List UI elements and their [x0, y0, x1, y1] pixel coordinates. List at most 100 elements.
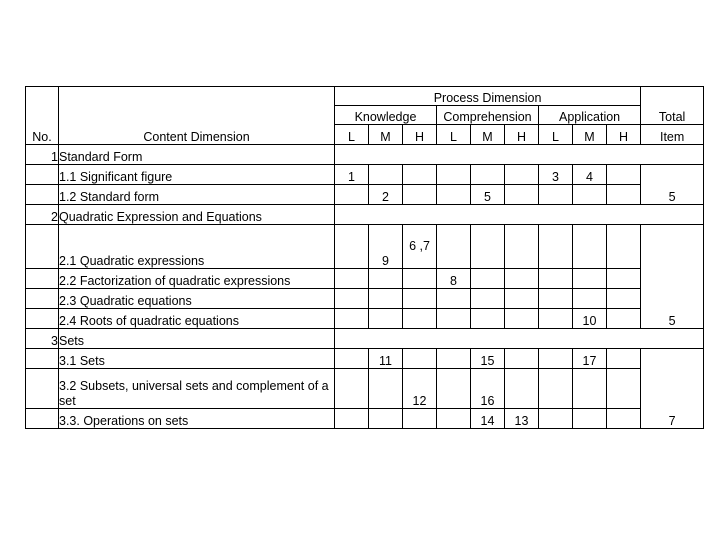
cell-comprehension-h[interactable] — [504, 164, 539, 185]
cell-knowledge-l[interactable] — [334, 268, 369, 289]
cell-application-l[interactable] — [538, 288, 573, 309]
cell-comprehension-m[interactable]: 16 — [470, 368, 505, 409]
cell-application-m[interactable]: 17 — [572, 348, 607, 369]
cell-application-m[interactable] — [572, 408, 607, 429]
table-row: 2.1 Quadratic expressions 9 6 ,7 5 — [25, 224, 705, 329]
section-header-row: 2 Quadratic Expression and Equations — [25, 204, 705, 225]
cell-application-l[interactable]: 3 — [538, 164, 573, 185]
row-label: 1.1 Significant figure — [58, 164, 335, 185]
cell-application-m[interactable]: 10 — [572, 308, 607, 329]
cell-knowledge-m[interactable]: 9 — [368, 224, 403, 269]
section-divider-fill — [333, 328, 705, 349]
cell-application-m[interactable] — [572, 224, 607, 269]
header-group-comprehension: Comprehension — [436, 105, 539, 125]
table-row: 2.3 Quadratic equations — [25, 288, 704, 309]
cell-comprehension-h[interactable] — [504, 368, 539, 409]
cell-comprehension-m[interactable]: 5 — [470, 184, 505, 205]
cell-application-h[interactable] — [605, 368, 642, 409]
cell-comprehension-m[interactable] — [470, 268, 505, 289]
cell-comprehension-l[interactable] — [436, 184, 471, 205]
cell-application-h[interactable] — [605, 184, 642, 205]
header-level-comprehension-h: H — [504, 124, 539, 145]
cell-application-m[interactable] — [572, 268, 607, 289]
cell-knowledge-h[interactable]: 6 ,7 — [402, 224, 437, 269]
cell-application-m[interactable]: 4 — [572, 164, 607, 185]
cell-comprehension-h[interactable] — [504, 268, 539, 289]
cell-knowledge-l[interactable]: 1 — [334, 164, 369, 185]
cell-comprehension-m[interactable] — [470, 224, 505, 269]
cell-application-h[interactable] — [605, 224, 642, 269]
cell-comprehension-m[interactable]: 15 — [470, 348, 505, 369]
cell-comprehension-l[interactable] — [436, 408, 471, 429]
cell-comprehension-h[interactable] — [504, 308, 539, 329]
cell-application-l[interactable] — [538, 308, 573, 329]
cell-application-l[interactable] — [538, 348, 573, 369]
header-level-comprehension-l: L — [436, 124, 471, 145]
cell-knowledge-l[interactable] — [334, 288, 369, 309]
cell-knowledge-m[interactable] — [368, 164, 403, 185]
cell-application-h[interactable] — [605, 308, 642, 329]
cell-knowledge-h[interactable] — [402, 308, 437, 329]
row-label: 1.2 Standard form — [58, 184, 335, 205]
cell-knowledge-h[interactable] — [402, 268, 437, 289]
cell-application-l[interactable] — [538, 224, 573, 269]
cell-application-l[interactable] — [538, 184, 573, 205]
cell-comprehension-l[interactable] — [436, 164, 471, 185]
cell-comprehension-m[interactable]: 14 — [470, 408, 505, 429]
cell-knowledge-h[interactable]: 12 — [402, 368, 437, 409]
section-total-item: 5 — [640, 164, 705, 205]
cell-knowledge-h[interactable] — [402, 184, 437, 205]
cell-comprehension-h[interactable] — [504, 224, 539, 269]
cell-comprehension-h[interactable] — [504, 348, 539, 369]
cell-comprehension-l[interactable] — [436, 368, 471, 409]
cell-knowledge-m[interactable] — [368, 308, 403, 329]
cell-comprehension-l[interactable] — [436, 348, 471, 369]
cell-knowledge-l[interactable] — [334, 408, 369, 429]
cell-application-l[interactable] — [538, 268, 573, 289]
cell-comprehension-h[interactable]: 13 — [504, 408, 539, 429]
cell-knowledge-m[interactable] — [368, 288, 403, 309]
cell-comprehension-m[interactable] — [470, 308, 505, 329]
cell-knowledge-m[interactable]: 11 — [368, 348, 403, 369]
cell-knowledge-m[interactable] — [368, 368, 403, 409]
row-number — [25, 268, 59, 289]
section-number: 3 — [25, 328, 59, 349]
cell-knowledge-m[interactable] — [368, 408, 403, 429]
section-total-item: 5 — [640, 224, 705, 329]
cell-knowledge-m[interactable]: 2 — [368, 184, 403, 205]
cell-comprehension-h[interactable] — [504, 288, 539, 309]
cell-knowledge-h[interactable] — [402, 164, 437, 185]
cell-application-l[interactable] — [538, 368, 573, 409]
cell-application-m[interactable] — [572, 184, 607, 205]
cell-comprehension-l[interactable]: 8 — [436, 268, 471, 289]
cell-comprehension-l[interactable] — [436, 288, 471, 309]
cell-knowledge-h[interactable] — [402, 288, 437, 309]
cell-application-h[interactable] — [605, 268, 642, 289]
section-total-item: 7 — [640, 348, 705, 429]
cell-application-l[interactable] — [538, 408, 573, 429]
header-level-application-h: H — [605, 124, 642, 145]
row-label: 3.2 Subsets, universal sets and compleme… — [58, 368, 335, 409]
header-level-application-l: L — [538, 124, 573, 145]
cell-knowledge-l[interactable] — [334, 184, 369, 205]
cell-comprehension-l[interactable] — [436, 224, 471, 269]
table-row: 3.3. Operations on sets 14 13 — [25, 408, 704, 429]
cell-application-m[interactable] — [572, 368, 607, 409]
page-root: No. Content Dimension Process Dimension … — [0, 0, 720, 540]
cell-application-h[interactable] — [605, 164, 642, 185]
cell-knowledge-h[interactable] — [402, 408, 437, 429]
cell-knowledge-l[interactable] — [334, 348, 369, 369]
cell-application-h[interactable] — [605, 408, 642, 429]
cell-comprehension-m[interactable] — [470, 164, 505, 185]
cell-knowledge-l[interactable] — [334, 224, 369, 269]
cell-application-m[interactable] — [572, 288, 607, 309]
cell-knowledge-h[interactable] — [402, 348, 437, 369]
cell-knowledge-m[interactable] — [368, 268, 403, 289]
cell-comprehension-h[interactable] — [504, 184, 539, 205]
cell-comprehension-m[interactable] — [470, 288, 505, 309]
cell-application-h[interactable] — [605, 288, 642, 309]
cell-application-h[interactable] — [605, 348, 642, 369]
cell-comprehension-l[interactable] — [436, 308, 471, 329]
cell-knowledge-l[interactable] — [334, 368, 369, 409]
cell-knowledge-l[interactable] — [334, 308, 369, 329]
